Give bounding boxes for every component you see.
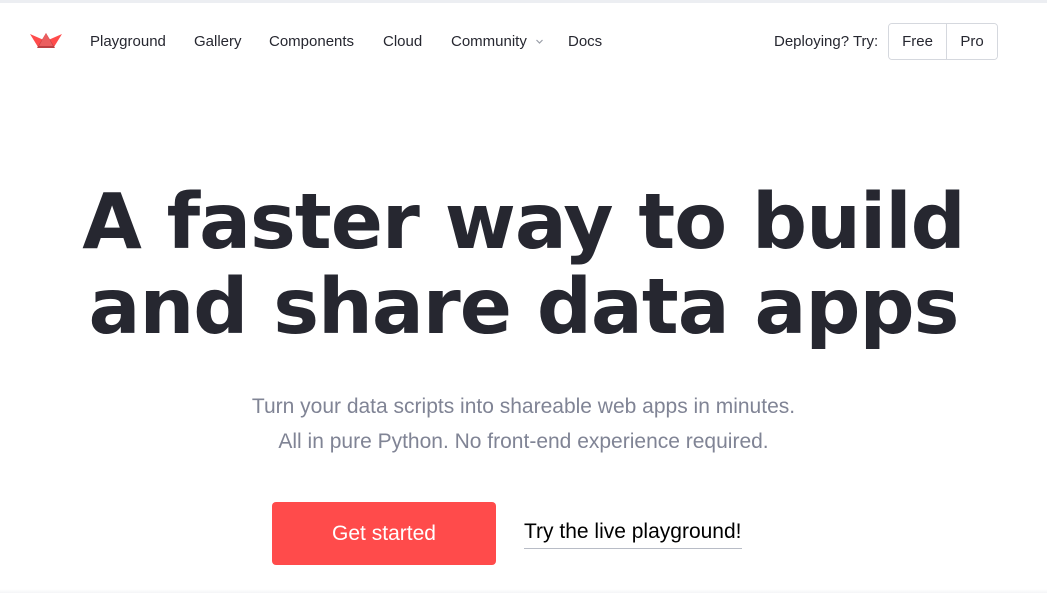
pro-plan-button[interactable]: Pro (947, 24, 997, 59)
chevron-down-icon[interactable] (535, 37, 544, 46)
nav-link-gallery[interactable]: Gallery (194, 32, 242, 52)
free-plan-button[interactable]: Free (889, 24, 947, 59)
section-divider (0, 589, 1047, 593)
top-navigation: Playground Gallery Components Cloud Comm… (0, 0, 1047, 84)
headline-line-1: A faster way to build (82, 178, 966, 267)
hero-subtitle-line-1: Turn your data scripts into shareable we… (251, 395, 796, 418)
plan-button-group: Free Pro (888, 23, 998, 60)
get-started-button[interactable]: Get started (272, 502, 496, 565)
hero-subtitle-line-2: All in pure Python. No front-end experie… (278, 430, 769, 453)
streamlit-crown-logo-icon[interactable] (29, 31, 63, 51)
nav-link-components[interactable]: Components (269, 32, 354, 52)
headline-line-2: and share data apps (88, 263, 960, 352)
nav-link-cloud[interactable]: Cloud (383, 32, 422, 52)
hero-headline: A faster way to build and share data app… (0, 180, 1047, 350)
deploy-label: Deploying? Try: (774, 33, 879, 50)
nav-link-docs[interactable]: Docs (568, 32, 602, 52)
nav-link-community[interactable]: Community (451, 32, 527, 52)
live-playground-link[interactable]: Try the live playground! (524, 518, 742, 549)
nav-link-playground[interactable]: Playground (90, 32, 166, 52)
